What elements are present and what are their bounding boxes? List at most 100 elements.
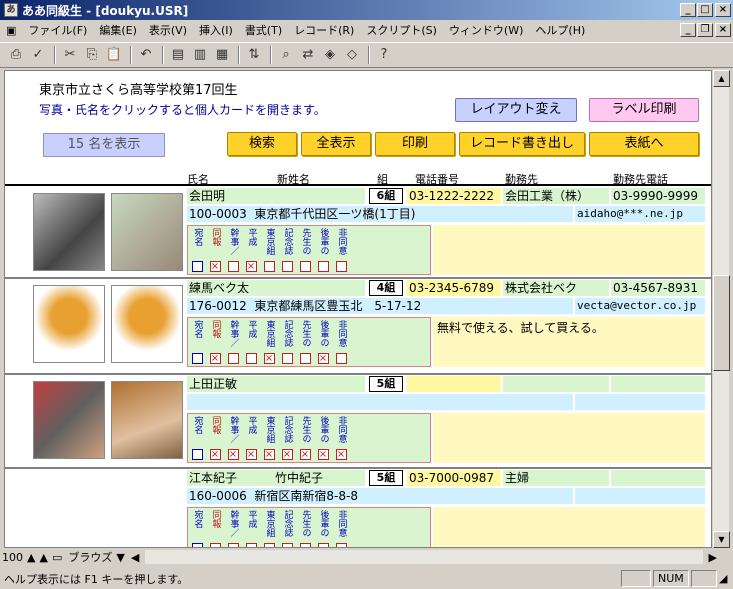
check-box[interactable]: × xyxy=(227,449,239,460)
check-box[interactable]: × xyxy=(317,353,329,364)
check-box[interactable]: × xyxy=(209,261,221,272)
workphone-field[interactable] xyxy=(611,376,705,392)
cut-icon[interactable]: ✂ xyxy=(60,45,80,65)
check-box[interactable]: × xyxy=(245,261,257,272)
help-icon[interactable]: ? xyxy=(374,45,394,65)
photo[interactable] xyxy=(33,381,105,459)
menu-edit[interactable]: 編集(E) xyxy=(93,22,143,38)
photo[interactable] xyxy=(33,285,105,363)
check-box[interactable]: × xyxy=(299,449,311,460)
name-field[interactable]: 練馬ベク太 xyxy=(187,280,365,296)
horizontal-scrollbar[interactable] xyxy=(145,550,703,564)
zoom-in-icon[interactable]: ▲ xyxy=(37,551,49,564)
doc-minimize-button[interactable]: _ xyxy=(680,23,696,37)
email-field[interactable]: aidaho@***.ne.jp xyxy=(575,206,705,222)
mode-selector[interactable]: ブラウズ xyxy=(64,549,116,565)
doc-restore-button[interactable]: ❐ xyxy=(697,23,713,37)
memo-field[interactable]: 無料で使える、試して買える。 xyxy=(433,317,705,367)
group-field[interactable]: 4組 xyxy=(369,280,403,296)
email-field[interactable] xyxy=(575,488,705,504)
scroll-thumb[interactable] xyxy=(713,275,730,371)
check-box[interactable]: × xyxy=(317,449,329,460)
photo[interactable] xyxy=(111,285,183,363)
photo[interactable] xyxy=(33,193,105,271)
document-icon[interactable]: ▣ xyxy=(0,24,22,37)
hscroll-right-icon[interactable]: ▶ xyxy=(703,551,733,564)
workphone-field[interactable] xyxy=(611,470,705,486)
check-box[interactable] xyxy=(191,449,203,460)
workphone-field[interactable]: 03-4567-8931 xyxy=(611,280,705,296)
minimize-button[interactable]: _ xyxy=(680,3,696,17)
menu-script[interactable]: スクリプト(S) xyxy=(360,22,443,38)
work-field[interactable]: 主婦 xyxy=(503,470,609,486)
group-field[interactable]: 5組 xyxy=(369,470,403,486)
check-box[interactable] xyxy=(191,261,203,272)
export-button[interactable]: レコード書き出し xyxy=(459,132,585,156)
check-box[interactable] xyxy=(227,353,239,364)
paste-icon[interactable]: 📋 xyxy=(104,45,124,65)
photo[interactable] xyxy=(111,193,183,271)
undo-icon[interactable]: ↶ xyxy=(136,45,156,65)
menu-file[interactable]: ファイル(F) xyxy=(22,22,93,38)
address-field[interactable]: 176-0012 東京都練馬区豊玉北 5-17-12 xyxy=(187,298,573,314)
maximize-button[interactable]: □ xyxy=(697,3,713,17)
cover-button[interactable]: 表紙へ xyxy=(589,132,699,156)
check-box[interactable]: × xyxy=(281,449,293,460)
hscroll-left-icon[interactable]: ◀ xyxy=(125,551,145,564)
memo-field[interactable] xyxy=(433,225,705,275)
work-field[interactable]: 会田工業（株） xyxy=(503,188,609,204)
check-box[interactable] xyxy=(299,353,311,364)
new-record-icon[interactable]: ▤ xyxy=(168,45,188,65)
scroll-down-icon[interactable]: ▼ xyxy=(713,531,730,548)
menu-insert[interactable]: 挿入(I) xyxy=(193,22,239,38)
status-area-icon[interactable]: ▭ xyxy=(50,551,64,564)
resize-grip-icon[interactable]: ◢ xyxy=(719,572,733,585)
photo[interactable] xyxy=(111,381,183,459)
name-field[interactable]: 江本紀子 竹中紀子 xyxy=(187,470,365,486)
print-button[interactable]: 印刷 xyxy=(375,132,455,156)
work-field[interactable] xyxy=(503,376,609,392)
menu-window[interactable]: ウィンドウ(W) xyxy=(443,22,529,38)
phone-field[interactable]: 03-2345-6789 xyxy=(407,280,501,296)
search-button[interactable]: 検索 xyxy=(227,132,297,156)
check-box[interactable] xyxy=(263,261,275,272)
name-field[interactable]: 会田明 xyxy=(187,188,365,204)
check-box[interactable] xyxy=(317,261,329,272)
address-field[interactable]: 160-0006 新宿区南新宿8-8-8 xyxy=(187,488,573,504)
print-icon[interactable]: ⎙ xyxy=(6,45,26,65)
check-box[interactable] xyxy=(299,261,311,272)
phone-field[interactable]: 03-7000-0987 xyxy=(407,470,501,486)
zoom-out-icon[interactable]: ▲ xyxy=(25,551,37,564)
address-field[interactable] xyxy=(187,394,573,410)
zoom-level[interactable]: 100 xyxy=(0,551,25,564)
label-print-button[interactable]: ラベル印刷 xyxy=(589,98,699,122)
address-field[interactable]: 100-0003 東京都千代田区一ツ橋(1丁目) xyxy=(187,206,573,222)
phone-field[interactable]: 03-1222-2222 xyxy=(407,188,501,204)
check-box[interactable]: × xyxy=(335,449,347,460)
check-box[interactable] xyxy=(227,261,239,272)
check-box[interactable]: × xyxy=(263,353,275,364)
menu-view[interactable]: 表示(V) xyxy=(143,22,193,38)
find-all-icon[interactable]: ◈ xyxy=(320,45,340,65)
delete-record-icon[interactable]: ▦ xyxy=(212,45,232,65)
show-all-button[interactable]: 全表示 xyxy=(301,132,371,156)
find-icon[interactable]: ⌕ xyxy=(276,45,296,65)
menu-format[interactable]: 書式(T) xyxy=(239,22,288,38)
check-box[interactable] xyxy=(281,261,293,272)
check-box[interactable]: × xyxy=(245,449,257,460)
menu-help[interactable]: ヘルプ(H) xyxy=(529,22,591,38)
scroll-up-icon[interactable]: ▲ xyxy=(713,70,730,87)
group-field[interactable]: 5組 xyxy=(369,376,403,392)
memo-field[interactable] xyxy=(433,507,705,547)
duplicate-record-icon[interactable]: ▥ xyxy=(190,45,210,65)
mode-dropdown-icon[interactable]: ▼ xyxy=(116,551,124,564)
memo-field[interactable] xyxy=(433,413,705,463)
spellcheck-icon[interactable]: ✓ xyxy=(28,45,48,65)
vertical-scrollbar[interactable]: ▲ ▼ xyxy=(712,70,730,548)
check-box[interactable] xyxy=(191,353,203,364)
work-field[interactable]: 株式会社ベク xyxy=(503,280,609,296)
check-box[interactable] xyxy=(245,353,257,364)
check-box[interactable]: × xyxy=(263,449,275,460)
email-field[interactable]: vecta@vector.co.jp xyxy=(575,298,705,314)
menu-record[interactable]: レコード(R) xyxy=(288,22,360,38)
